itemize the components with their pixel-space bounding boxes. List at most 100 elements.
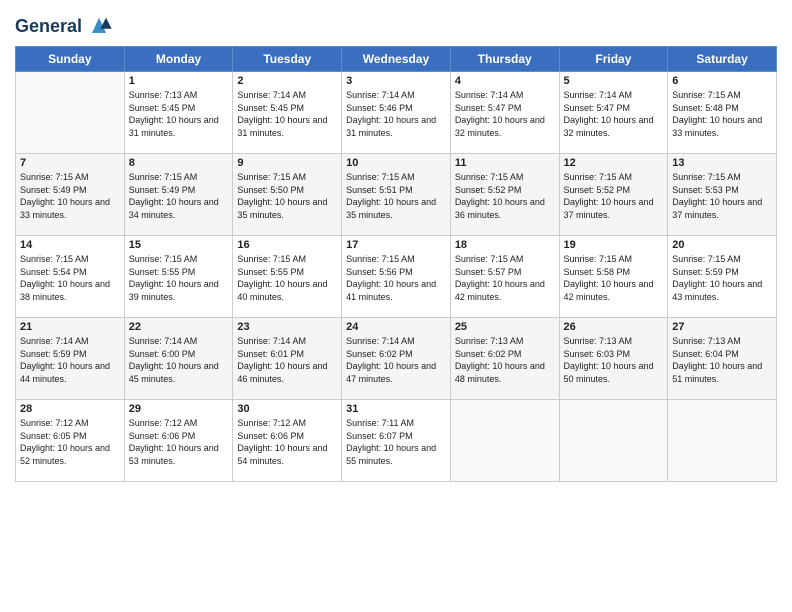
day-info: Sunrise: 7:15 AMSunset: 5:55 PMDaylight:… bbox=[237, 253, 337, 303]
day-number: 3 bbox=[346, 75, 446, 87]
calendar-cell: 12 Sunrise: 7:15 AMSunset: 5:52 PMDayligh… bbox=[559, 154, 668, 236]
day-number: 16 bbox=[237, 239, 337, 251]
day-number: 26 bbox=[564, 321, 664, 333]
calendar-cell: 3 Sunrise: 7:14 AMSunset: 5:46 PMDaylight… bbox=[342, 72, 451, 154]
day-info: Sunrise: 7:15 AMSunset: 5:56 PMDaylight:… bbox=[346, 253, 446, 303]
calendar-cell: 19Sunrise: 7:15 AMSunset: 5:58 PMDayligh… bbox=[559, 236, 668, 318]
calendar-week-row: 14 Sunrise: 7:15 AMSunset: 5:54 PMDayligh… bbox=[16, 236, 777, 318]
calendar-cell: 24Sunrise: 7:14 AMSunset: 6:02 PMDayligh… bbox=[342, 318, 451, 400]
weekday-header: Wednesday bbox=[342, 47, 451, 72]
calendar-cell: 10Sunrise: 7:15 AMSunset: 5:51 PMDayligh… bbox=[342, 154, 451, 236]
day-info: Sunrise: 7:15 AMSunset: 5:49 PMDaylight:… bbox=[20, 171, 120, 221]
calendar-cell: 17 Sunrise: 7:15 AMSunset: 5:56 PMDayligh… bbox=[342, 236, 451, 318]
day-number: 20 bbox=[672, 239, 772, 251]
day-number: 13 bbox=[672, 157, 772, 169]
calendar-cell: 1 Sunrise: 7:13 AMSunset: 5:45 PMDaylight… bbox=[124, 72, 233, 154]
calendar-cell: 6 Sunrise: 7:15 AMSunset: 5:48 PMDaylight… bbox=[668, 72, 777, 154]
weekday-header: Sunday bbox=[16, 47, 125, 72]
calendar-cell: 2Sunrise: 7:14 AMSunset: 5:45 PMDaylight… bbox=[233, 72, 342, 154]
day-number: 10 bbox=[346, 157, 446, 169]
calendar-cell: 11Sunrise: 7:15 AMSunset: 5:52 PMDayligh… bbox=[450, 154, 559, 236]
day-number: 1 bbox=[129, 75, 229, 87]
calendar-cell: 20 Sunrise: 7:15 AMSunset: 5:59 PMDayligh… bbox=[668, 236, 777, 318]
day-number: 21 bbox=[20, 321, 120, 333]
calendar-cell bbox=[559, 400, 668, 482]
day-info: Sunrise: 7:12 AMSunset: 6:05 PMDaylight:… bbox=[20, 417, 120, 467]
day-info: Sunrise: 7:15 AMSunset: 5:57 PMDaylight:… bbox=[455, 253, 555, 303]
calendar-cell: 16 Sunrise: 7:15 AMSunset: 5:55 PMDayligh… bbox=[233, 236, 342, 318]
day-number: 4 bbox=[455, 75, 555, 87]
calendar-cell: 23Sunrise: 7:14 AMSunset: 6:01 PMDayligh… bbox=[233, 318, 342, 400]
day-info: Sunrise: 7:13 AMSunset: 6:02 PMDaylight:… bbox=[455, 335, 555, 385]
day-info: Sunrise: 7:14 AMSunset: 6:00 PMDaylight:… bbox=[129, 335, 229, 385]
day-number: 11 bbox=[455, 157, 555, 169]
day-number: 30 bbox=[237, 403, 337, 415]
day-number: 28 bbox=[20, 403, 120, 415]
weekday-header: Tuesday bbox=[233, 47, 342, 72]
calendar-body: 1 Sunrise: 7:13 AMSunset: 5:45 PMDaylight… bbox=[16, 72, 777, 482]
calendar-container: General SundayMondayTuesdayWednesdayThur… bbox=[0, 0, 792, 612]
calendar-week-row: 21 Sunrise: 7:14 AMSunset: 5:59 PMDayligh… bbox=[16, 318, 777, 400]
day-info: Sunrise: 7:15 AMSunset: 5:52 PMDaylight:… bbox=[564, 171, 664, 221]
calendar-cell: 18 Sunrise: 7:15 AMSunset: 5:57 PMDayligh… bbox=[450, 236, 559, 318]
calendar-cell: 26 Sunrise: 7:13 AMSunset: 6:03 PMDayligh… bbox=[559, 318, 668, 400]
day-info: Sunrise: 7:15 AMSunset: 5:54 PMDaylight:… bbox=[20, 253, 120, 303]
calendar-cell: 9Sunrise: 7:15 AMSunset: 5:50 PMDaylight… bbox=[233, 154, 342, 236]
day-info: Sunrise: 7:14 AMSunset: 5:59 PMDaylight:… bbox=[20, 335, 120, 385]
day-number: 7 bbox=[20, 157, 120, 169]
calendar-cell: 29 Sunrise: 7:12 AMSunset: 6:06 PMDayligh… bbox=[124, 400, 233, 482]
weekday-header: Friday bbox=[559, 47, 668, 72]
logo-text: General bbox=[15, 17, 82, 37]
calendar-header-row: SundayMondayTuesdayWednesdayThursdayFrid… bbox=[16, 47, 777, 72]
calendar-week-row: 1 Sunrise: 7:13 AMSunset: 5:45 PMDaylight… bbox=[16, 72, 777, 154]
day-info: Sunrise: 7:13 AMSunset: 6:03 PMDaylight:… bbox=[564, 335, 664, 385]
day-info: Sunrise: 7:12 AMSunset: 6:06 PMDaylight:… bbox=[129, 417, 229, 467]
day-info: Sunrise: 7:14 AMSunset: 5:46 PMDaylight:… bbox=[346, 89, 446, 139]
day-info: Sunrise: 7:13 AMSunset: 5:45 PMDaylight:… bbox=[129, 89, 229, 139]
calendar-cell: 21 Sunrise: 7:14 AMSunset: 5:59 PMDayligh… bbox=[16, 318, 125, 400]
calendar-week-row: 7 Sunrise: 7:15 AMSunset: 5:49 PMDaylight… bbox=[16, 154, 777, 236]
calendar-cell bbox=[668, 400, 777, 482]
day-number: 17 bbox=[346, 239, 446, 251]
calendar-cell bbox=[450, 400, 559, 482]
day-number: 18 bbox=[455, 239, 555, 251]
day-number: 22 bbox=[129, 321, 229, 333]
calendar-cell: 31Sunrise: 7:11 AMSunset: 6:07 PMDayligh… bbox=[342, 400, 451, 482]
day-number: 14 bbox=[20, 239, 120, 251]
day-info: Sunrise: 7:15 AMSunset: 5:58 PMDaylight:… bbox=[564, 253, 664, 303]
day-info: Sunrise: 7:15 AMSunset: 5:59 PMDaylight:… bbox=[672, 253, 772, 303]
day-info: Sunrise: 7:14 AMSunset: 6:01 PMDaylight:… bbox=[237, 335, 337, 385]
calendar-cell: 15 Sunrise: 7:15 AMSunset: 5:55 PMDayligh… bbox=[124, 236, 233, 318]
day-info: Sunrise: 7:14 AMSunset: 5:47 PMDaylight:… bbox=[455, 89, 555, 139]
logo: General bbox=[15, 14, 113, 40]
calendar-cell: 28 Sunrise: 7:12 AMSunset: 6:05 PMDayligh… bbox=[16, 400, 125, 482]
day-number: 9 bbox=[237, 157, 337, 169]
calendar-week-row: 28 Sunrise: 7:12 AMSunset: 6:05 PMDayligh… bbox=[16, 400, 777, 482]
day-info: Sunrise: 7:14 AMSunset: 5:45 PMDaylight:… bbox=[237, 89, 337, 139]
calendar-cell: 30Sunrise: 7:12 AMSunset: 6:06 PMDayligh… bbox=[233, 400, 342, 482]
day-number: 6 bbox=[672, 75, 772, 87]
calendar-cell: 27 Sunrise: 7:13 AMSunset: 6:04 PMDayligh… bbox=[668, 318, 777, 400]
day-info: Sunrise: 7:13 AMSunset: 6:04 PMDaylight:… bbox=[672, 335, 772, 385]
day-number: 29 bbox=[129, 403, 229, 415]
day-number: 15 bbox=[129, 239, 229, 251]
weekday-header: Saturday bbox=[668, 47, 777, 72]
day-info: Sunrise: 7:14 AMSunset: 6:02 PMDaylight:… bbox=[346, 335, 446, 385]
calendar-table: SundayMondayTuesdayWednesdayThursdayFrid… bbox=[15, 46, 777, 482]
day-number: 12 bbox=[564, 157, 664, 169]
calendar-cell: 22 Sunrise: 7:14 AMSunset: 6:00 PMDayligh… bbox=[124, 318, 233, 400]
calendar-cell bbox=[16, 72, 125, 154]
calendar-cell: 5Sunrise: 7:14 AMSunset: 5:47 PMDaylight… bbox=[559, 72, 668, 154]
logo-icon bbox=[85, 12, 113, 40]
day-info: Sunrise: 7:15 AMSunset: 5:55 PMDaylight:… bbox=[129, 253, 229, 303]
weekday-header: Thursday bbox=[450, 47, 559, 72]
day-info: Sunrise: 7:15 AMSunset: 5:48 PMDaylight:… bbox=[672, 89, 772, 139]
day-info: Sunrise: 7:15 AMSunset: 5:49 PMDaylight:… bbox=[129, 171, 229, 221]
day-info: Sunrise: 7:14 AMSunset: 5:47 PMDaylight:… bbox=[564, 89, 664, 139]
day-number: 27 bbox=[672, 321, 772, 333]
header-area: General bbox=[15, 10, 777, 40]
day-info: Sunrise: 7:11 AMSunset: 6:07 PMDaylight:… bbox=[346, 417, 446, 467]
calendar-cell: 4 Sunrise: 7:14 AMSunset: 5:47 PMDaylight… bbox=[450, 72, 559, 154]
calendar-cell: 13Sunrise: 7:15 AMSunset: 5:53 PMDayligh… bbox=[668, 154, 777, 236]
calendar-cell: 25Sunrise: 7:13 AMSunset: 6:02 PMDayligh… bbox=[450, 318, 559, 400]
